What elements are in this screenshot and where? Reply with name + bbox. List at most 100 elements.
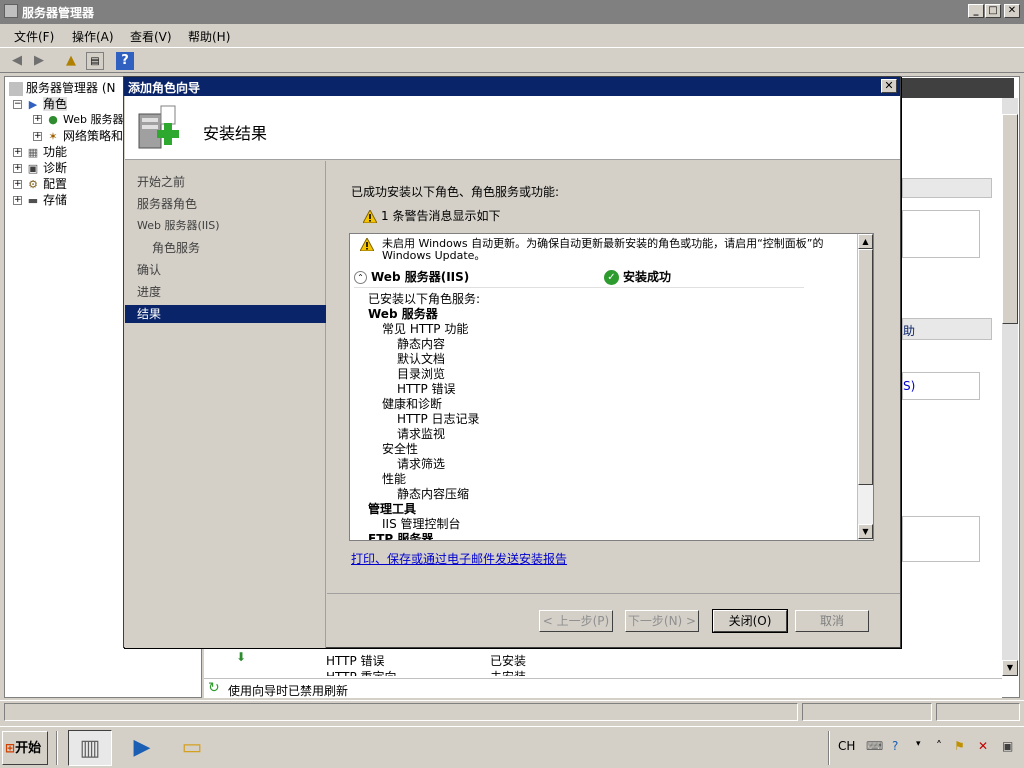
close-wizard-button[interactable]: 关闭(O)	[712, 609, 788, 633]
language-indicator[interactable]: CH	[838, 739, 855, 753]
nav-results[interactable]: 结果	[125, 305, 326, 323]
row-status: 已安装	[490, 654, 527, 668]
nav-before-you-begin[interactable]: 开始之前	[125, 173, 326, 191]
taskbar-separator	[56, 731, 58, 765]
show-hide-tree-icon[interactable]: ▤	[86, 52, 104, 70]
nav-progress[interactable]: 进度	[125, 283, 326, 301]
toolbar: ◀ ▶ ▲ ▤ ?	[0, 47, 1024, 73]
warning-icon	[363, 210, 377, 223]
info-box	[902, 210, 980, 258]
results-scrollbar[interactable]: ▲ ▼	[857, 234, 873, 540]
help-fragment: 助	[903, 324, 916, 338]
close-button[interactable]: ✕	[1004, 4, 1020, 18]
previous-button[interactable]: < 上一步(P)	[539, 610, 613, 632]
explorer-icon[interactable]: ▭	[170, 730, 214, 766]
main-title-bar: 服务器管理器 _ □ ✕	[0, 0, 1024, 24]
nav-server-roles[interactable]: 服务器角色	[125, 195, 326, 213]
warning-text: 未启用 Windows 自动更新。为确保自动更新最新安装的角色或功能，请启用“控…	[382, 237, 824, 262]
keyboard-icon[interactable]: ⌨	[866, 739, 883, 753]
server-icon	[9, 81, 23, 96]
powershell-icon[interactable]: ▶	[120, 730, 164, 766]
scroll-down-icon[interactable]: ▼	[1002, 660, 1018, 676]
menu-file[interactable]: 文件(F)	[14, 28, 54, 45]
tree-item-web-server[interactable]: + ● Web 服务器	[33, 111, 123, 127]
summary-box	[902, 178, 992, 198]
app-icon	[4, 4, 18, 18]
back-icon[interactable]: ◀	[8, 52, 26, 70]
minimize-button[interactable]: _	[968, 4, 984, 18]
nav-confirmation[interactable]: 确认	[125, 261, 326, 279]
status-panel	[4, 703, 798, 721]
tree-item-storage[interactable]: + ▬ 存储	[13, 191, 67, 208]
download-icon: ⬇	[236, 650, 247, 664]
scrollbar-thumb[interactable]	[1002, 114, 1018, 324]
expand-icon[interactable]: +	[13, 196, 22, 205]
tree-root[interactable]: 服务器管理器 (N	[9, 79, 115, 96]
results-intro: 已成功安装以下角色、角色服务或功能:	[351, 185, 560, 199]
options-icon[interactable]: ▾	[916, 739, 921, 749]
menu-action[interactable]: 操作(A)	[72, 28, 114, 45]
network-icon: ✶	[48, 129, 58, 143]
details-box	[902, 516, 980, 562]
warning-icon	[360, 238, 374, 251]
status-panel	[936, 703, 1020, 721]
help-tray-icon[interactable]: ?	[892, 739, 898, 753]
taskbar: ⊞开始 ▥ ▶ ▭ CH ⌨ ? ▾ ˄ ⚑ ✕ ▣	[0, 726, 1024, 768]
tree-item-configuration[interactable]: + ⚙ 配置	[13, 175, 67, 192]
server-install-icon	[138, 105, 179, 149]
collapse-icon[interactable]: −	[13, 100, 22, 109]
section-divider	[354, 287, 804, 288]
link-fragment[interactable]: S)	[903, 379, 915, 393]
tray-separator	[828, 731, 830, 765]
expand-icon[interactable]: +	[13, 148, 22, 157]
collapse-section-icon[interactable]: ⌃	[354, 271, 367, 284]
expand-icon[interactable]: +	[33, 132, 42, 141]
volume-muted-icon[interactable]: ✕	[978, 739, 988, 753]
forward-icon[interactable]: ▶	[30, 52, 48, 70]
nav-role-services[interactable]: 角色服务	[125, 239, 326, 257]
show-hidden-icons[interactable]: ˄	[936, 739, 942, 753]
start-button[interactable]: ⊞开始	[2, 731, 48, 765]
cancel-button[interactable]: 取消	[795, 610, 869, 632]
expand-icon[interactable]: +	[13, 180, 22, 189]
resources-header: 助	[902, 318, 992, 340]
wizard-heading: 安装结果	[203, 124, 268, 143]
tree-item-roles[interactable]: − ▶ 角色	[13, 95, 68, 112]
wizard-content: 已成功安装以下角色、角色服务或功能: 1 条警告消息显示如下 未启用 Windo…	[327, 161, 900, 593]
menu-help[interactable]: 帮助(H)	[188, 28, 230, 45]
tree-item-network-policy[interactable]: + ✶ 网络策略和	[33, 127, 123, 144]
maximize-button[interactable]: □	[985, 4, 1001, 18]
network-tray-icon[interactable]: ▣	[1002, 739, 1013, 753]
resources-box: S)	[902, 372, 980, 400]
status-panel	[802, 703, 932, 721]
lower-list-pane: ⬇ HTTP 错误 已安装 HTTP 重定向 未安装	[204, 648, 758, 678]
server-manager-taskbar-icon[interactable]: ▥	[68, 730, 112, 766]
menu-bar: 文件(F) 操作(A) 查看(V) 帮助(H)	[0, 24, 1024, 46]
warning-summary: 1 条警告消息显示如下	[363, 207, 500, 224]
wizard-header: 安装结果	[125, 96, 900, 160]
menu-view[interactable]: 查看(V)	[130, 28, 172, 45]
tree-item-diagnostics[interactable]: + ▣ 诊断	[13, 159, 67, 176]
report-link[interactable]: 打印、保存或通过电子邮件发送安装报告	[351, 550, 567, 567]
up-folder-icon[interactable]: ▲	[62, 52, 80, 70]
section-status: ✓ 安装成功	[604, 268, 671, 285]
wizard-title: 添加角色向导	[128, 81, 201, 95]
status-bar	[0, 700, 1024, 722]
scroll-up-icon[interactable]: ▲	[858, 234, 873, 249]
scrollbar-thumb[interactable]	[858, 249, 873, 485]
results-list: 未启用 Windows 自动更新。为确保自动更新最新安装的角色或功能，请启用“控…	[349, 233, 874, 541]
expand-icon[interactable]: +	[13, 164, 22, 173]
nav-web-server[interactable]: Web 服务器(IIS)	[125, 217, 326, 235]
row-name: HTTP 错误	[326, 654, 385, 668]
next-button[interactable]: 下一步(N) >	[625, 610, 699, 632]
refresh-notice-bar: ↻ 使用向导时已禁用刷新	[204, 678, 1002, 698]
configuration-icon: ⚙	[28, 177, 38, 191]
right-pane-scrollbar[interactable]: ▼	[1002, 98, 1018, 676]
tree-item-features[interactable]: + ▦ 功能	[13, 143, 67, 160]
detail-line: FTP 服务器	[368, 532, 434, 541]
expand-icon[interactable]: +	[33, 115, 42, 124]
help-icon[interactable]: ?	[116, 52, 134, 70]
scroll-down-icon[interactable]: ▼	[858, 524, 873, 539]
action-center-icon[interactable]: ⚑	[954, 739, 965, 753]
wizard-close-button[interactable]: ✕	[881, 79, 897, 93]
